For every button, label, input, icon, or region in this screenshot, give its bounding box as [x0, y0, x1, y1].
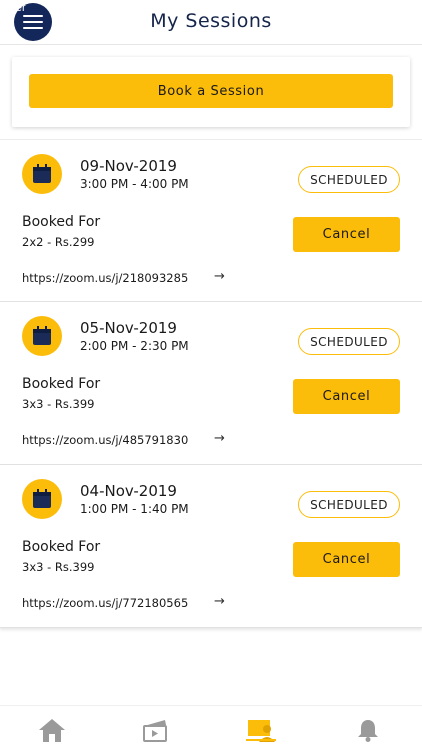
arrow-right-icon[interactable]: → — [214, 431, 225, 446]
session-date: 04-Nov-2019 — [80, 482, 177, 500]
zoom-link[interactable]: https://zoom.us/j/485791830 — [22, 433, 188, 447]
session-card: 04-Nov-2019 1:00 PM - 1:40 PM SCHEDULED … — [0, 465, 422, 628]
arrow-right-icon[interactable]: → — [214, 269, 225, 284]
booked-for-label: Booked For — [22, 539, 101, 555]
calendar-icon — [22, 154, 62, 194]
session-date: 05-Nov-2019 — [80, 319, 177, 337]
booked-for-label: Booked For — [22, 376, 101, 392]
page-title: My Sessions — [150, 10, 272, 32]
calendar-icon — [22, 479, 62, 519]
status-badge: SCHEDULED — [298, 166, 400, 193]
cancel-button[interactable]: Cancel — [293, 542, 400, 577]
session-card: 05-Nov-2019 2:00 PM - 2:30 PM SCHEDULED … — [0, 302, 422, 465]
calendar-icon — [22, 316, 62, 356]
home-icon[interactable] — [35, 715, 69, 745]
session-card: 09-Nov-2019 3:00 PM - 4:00 PM SCHEDULED … — [0, 139, 422, 302]
bottom-nav — [0, 705, 422, 750]
arrow-right-icon[interactable]: → — [214, 594, 225, 609]
session-plan: 3x3 - Rs.399 — [22, 560, 95, 574]
user-board-icon[interactable] — [244, 715, 278, 745]
session-time: 2:00 PM - 2:30 PM — [80, 339, 189, 353]
status-carrier: arrier — [0, 2, 26, 14]
session-time: 1:00 PM - 1:40 PM — [80, 502, 189, 516]
book-session-button[interactable]: Book a Session — [29, 74, 393, 108]
status-badge: SCHEDULED — [298, 328, 400, 355]
top-bar: My Sessions — [0, 0, 422, 45]
cancel-button[interactable]: Cancel — [293, 379, 400, 414]
zoom-link[interactable]: https://zoom.us/j/218093285 — [22, 271, 188, 285]
status-badge: SCHEDULED — [298, 491, 400, 518]
session-plan: 3x3 - Rs.399 — [22, 397, 95, 411]
book-session-card: Book a Session — [12, 57, 410, 127]
zoom-link[interactable]: https://zoom.us/j/772180565 — [22, 596, 188, 610]
booked-for-label: Booked For — [22, 214, 101, 230]
cancel-button[interactable]: Cancel — [293, 217, 400, 252]
bell-icon[interactable] — [351, 715, 385, 745]
clapperboard-icon[interactable] — [138, 715, 172, 745]
session-time: 3:00 PM - 4:00 PM — [80, 177, 189, 191]
session-plan: 2x2 - Rs.299 — [22, 235, 95, 249]
session-date: 09-Nov-2019 — [80, 157, 177, 175]
